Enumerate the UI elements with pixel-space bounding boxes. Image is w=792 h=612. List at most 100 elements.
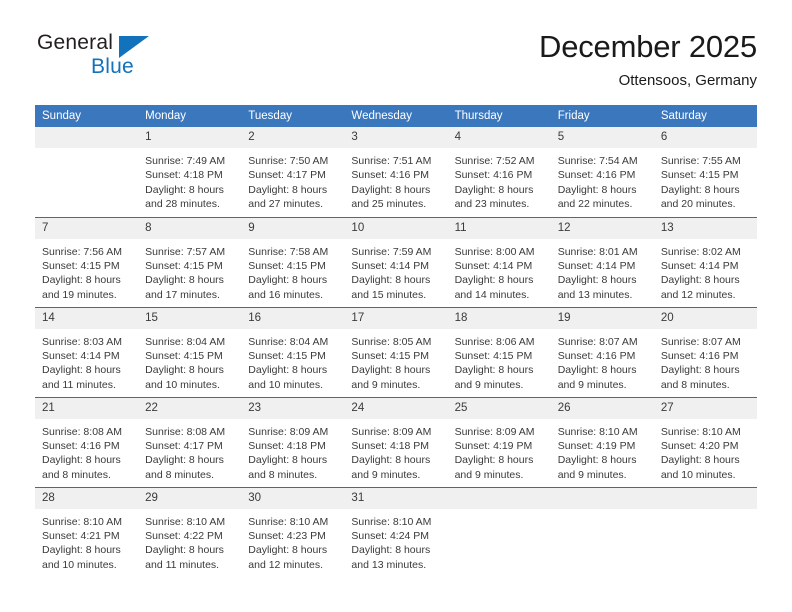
day-info-line: and 10 minutes. xyxy=(248,378,323,391)
generalblue-logo[interactable]: General Blue xyxy=(35,30,165,86)
day-cell[interactable]: 17 Sunrise: 8:05 AM Sunset: 4:15 PM Dayligh… xyxy=(344,306,448,397)
day-number: 30 xyxy=(241,487,345,509)
day-cell[interactable]: 1 Sunrise: 7:49 AM Sunset: 4:18 PM Daylight… xyxy=(138,127,242,217)
day-cell-empty xyxy=(653,486,757,577)
weekday-header-saturday: Saturday xyxy=(653,105,757,127)
day-info-line: Daylight: 8 hours xyxy=(145,274,224,287)
day-sun-info: Sunrise: 8:07 AM Sunset: 4:16 PM Daylight:… xyxy=(551,329,654,393)
day-info-line: Daylight: 8 hours xyxy=(248,454,328,467)
day-info-line: and 27 minutes. xyxy=(248,198,323,211)
day-cell[interactable]: 19 Sunrise: 8:07 AM Sunset: 4:16 PM Dayligh… xyxy=(550,306,654,397)
day-cell[interactable]: 29 Sunrise: 8:10 AM Sunset: 4:22 PM Dayligh… xyxy=(138,486,242,577)
day-info-line: and 9 minutes. xyxy=(454,378,524,391)
day-cell[interactable]: 12 Sunrise: 8:01 AM Sunset: 4:14 PM Dayligh… xyxy=(550,216,654,307)
day-cell[interactable]: 18 Sunrise: 8:06 AM Sunset: 4:15 PM Dayligh… xyxy=(447,306,551,397)
day-number: 24 xyxy=(344,397,448,419)
day-info-line: and 10 minutes. xyxy=(660,468,736,481)
day-info-line: Daylight: 8 hours xyxy=(660,183,740,196)
day-cell[interactable]: 23 Sunrise: 8:09 AM Sunset: 4:18 PM Dayligh… xyxy=(241,396,345,487)
day-info-line: Sunset: 4:17 PM xyxy=(248,169,326,182)
day-sun-info: Sunrise: 8:10 AM Sunset: 4:23 PM Daylight:… xyxy=(241,509,344,573)
day-info-line: Daylight: 8 hours xyxy=(42,544,121,557)
day-cell[interactable]: 20 Sunrise: 8:07 AM Sunset: 4:16 PM Dayligh… xyxy=(653,306,757,397)
day-number: 4 xyxy=(447,127,551,148)
day-number: 15 xyxy=(138,307,242,329)
day-info-line: Sunset: 4:16 PM xyxy=(351,169,430,182)
day-cell[interactable]: 15 Sunrise: 8:04 AM Sunset: 4:15 PM Dayligh… xyxy=(138,306,242,397)
day-info-line: Sunrise: 8:04 AM xyxy=(145,335,226,348)
day-info-line: Sunset: 4:15 PM xyxy=(145,259,223,272)
day-sun-info: Sunrise: 7:55 AM Sunset: 4:15 PM Daylight:… xyxy=(654,148,757,212)
day-cell[interactable]: 30 Sunrise: 8:10 AM Sunset: 4:23 PM Dayligh… xyxy=(241,486,345,577)
day-cell[interactable]: 27 Sunrise: 8:10 AM Sunset: 4:20 PM Dayligh… xyxy=(653,396,757,487)
day-cell[interactable]: 16 Sunrise: 8:04 AM Sunset: 4:15 PM Dayligh… xyxy=(241,306,345,397)
day-info-line: and 9 minutes. xyxy=(557,468,627,481)
day-sun-info: Sunrise: 7:52 AM Sunset: 4:16 PM Daylight:… xyxy=(448,148,551,212)
day-info-line: and 9 minutes. xyxy=(351,378,421,391)
day-cell[interactable]: 6 Sunrise: 7:55 AM Sunset: 4:15 PM Daylight… xyxy=(653,127,757,217)
page-title: December 2025 xyxy=(539,29,757,64)
day-cell[interactable]: 13 Sunrise: 8:02 AM Sunset: 4:14 PM Dayligh… xyxy=(653,216,757,307)
day-info-line: Sunset: 4:18 PM xyxy=(351,439,430,452)
day-number: 3 xyxy=(344,127,448,148)
day-info-line: and 9 minutes. xyxy=(351,468,421,481)
day-cell[interactable]: 3 Sunrise: 7:51 AM Sunset: 4:16 PM Daylight… xyxy=(344,127,448,217)
day-info-line: and 14 minutes. xyxy=(454,288,530,301)
day-info-line: Sunset: 4:15 PM xyxy=(660,169,739,182)
day-cell-empty xyxy=(35,127,139,217)
day-cell[interactable]: 26 Sunrise: 8:10 AM Sunset: 4:19 PM Dayligh… xyxy=(550,396,654,487)
day-info-line: Daylight: 8 hours xyxy=(145,454,224,467)
day-info-line: and 10 minutes. xyxy=(42,558,117,571)
day-cell[interactable]: 28 Sunrise: 8:10 AM Sunset: 4:21 PM Dayligh… xyxy=(35,486,139,577)
day-info-line: Sunset: 4:14 PM xyxy=(454,259,533,272)
day-info-line: Sunset: 4:14 PM xyxy=(557,259,636,272)
day-cell[interactable]: 25 Sunrise: 8:09 AM Sunset: 4:19 PM Dayligh… xyxy=(447,396,551,487)
day-cell-empty xyxy=(447,486,551,577)
day-info-line: Sunset: 4:16 PM xyxy=(42,439,120,452)
day-cell[interactable]: 14 Sunrise: 8:03 AM Sunset: 4:14 PM Dayligh… xyxy=(35,306,139,397)
day-info-line: Sunset: 4:19 PM xyxy=(557,439,636,452)
day-info-line: Sunset: 4:14 PM xyxy=(660,259,739,272)
day-info-line: Sunset: 4:15 PM xyxy=(42,259,120,272)
day-cell[interactable]: 5 Sunrise: 7:54 AM Sunset: 4:16 PM Daylight… xyxy=(550,127,654,217)
day-cell[interactable]: 22 Sunrise: 8:08 AM Sunset: 4:17 PM Dayligh… xyxy=(138,396,242,487)
day-info-line: and 22 minutes. xyxy=(557,198,633,211)
page-header: General Blue December 2025 Ottensoos, Ge… xyxy=(0,0,792,91)
day-cell-empty xyxy=(550,486,654,577)
day-info-line: Sunrise: 7:58 AM xyxy=(248,245,329,258)
day-sun-info: Sunrise: 7:50 AM Sunset: 4:17 PM Daylight:… xyxy=(241,148,344,212)
calendar-week-row: 1 Sunrise: 7:49 AM Sunset: 4:18 PM Daylight… xyxy=(35,127,757,217)
day-sun-info: Sunrise: 7:56 AM Sunset: 4:15 PM Daylight:… xyxy=(35,239,138,303)
day-sun-info: Sunrise: 7:54 AM Sunset: 4:16 PM Daylight:… xyxy=(551,148,654,212)
day-cell[interactable]: 31 Sunrise: 8:10 AM Sunset: 4:24 PM Dayligh… xyxy=(344,486,448,577)
day-info-line: Daylight: 8 hours xyxy=(454,364,534,377)
day-sun-info: Sunrise: 8:10 AM Sunset: 4:19 PM Daylight:… xyxy=(551,419,654,483)
day-sun-info: Sunrise: 8:10 AM Sunset: 4:21 PM Daylight:… xyxy=(35,509,138,573)
calendar-week-row: 14 Sunrise: 8:03 AM Sunset: 4:14 PM Dayligh… xyxy=(35,306,757,397)
day-cell[interactable]: 11 Sunrise: 8:00 AM Sunset: 4:14 PM Dayligh… xyxy=(447,216,551,307)
day-cell[interactable]: 21 Sunrise: 8:08 AM Sunset: 4:16 PM Dayligh… xyxy=(35,396,139,487)
day-info-line: Sunrise: 8:02 AM xyxy=(660,245,741,258)
title-block: December 2025 Ottensoos, Germany xyxy=(539,30,757,91)
day-cell[interactable]: 24 Sunrise: 8:09 AM Sunset: 4:18 PM Dayligh… xyxy=(344,396,448,487)
day-info-line: Daylight: 8 hours xyxy=(351,454,431,467)
day-info-line: and 17 minutes. xyxy=(145,288,220,301)
day-info-line: Sunset: 4:15 PM xyxy=(351,349,430,362)
day-cell[interactable]: 4 Sunrise: 7:52 AM Sunset: 4:16 PM Daylight… xyxy=(447,127,551,217)
calendar-container: Sunday Monday Tuesday Wednesday Thursday Frid… xyxy=(35,105,757,577)
weekday-header-friday: Friday xyxy=(550,105,654,127)
day-number: 22 xyxy=(138,397,242,419)
day-info-line: Sunrise: 7:52 AM xyxy=(454,155,535,167)
day-info-line: Daylight: 8 hours xyxy=(557,454,637,467)
day-number: 25 xyxy=(447,397,551,419)
day-info-line: Daylight: 8 hours xyxy=(42,364,121,377)
day-cell[interactable]: 10 Sunrise: 7:59 AM Sunset: 4:14 PM Dayligh… xyxy=(344,216,448,307)
day-cell[interactable]: 9 Sunrise: 7:58 AM Sunset: 4:15 PM Daylight… xyxy=(241,216,345,307)
day-cell[interactable]: 7 Sunrise: 7:56 AM Sunset: 4:15 PM Daylight… xyxy=(35,216,139,307)
day-number: 23 xyxy=(241,397,345,419)
day-cell[interactable]: 2 Sunrise: 7:50 AM Sunset: 4:17 PM Daylight… xyxy=(241,127,345,217)
day-cell[interactable]: 8 Sunrise: 7:57 AM Sunset: 4:15 PM Daylight… xyxy=(138,216,242,307)
day-number: 28 xyxy=(35,487,139,509)
day-number: 17 xyxy=(344,307,448,329)
day-number: 8 xyxy=(138,217,242,239)
